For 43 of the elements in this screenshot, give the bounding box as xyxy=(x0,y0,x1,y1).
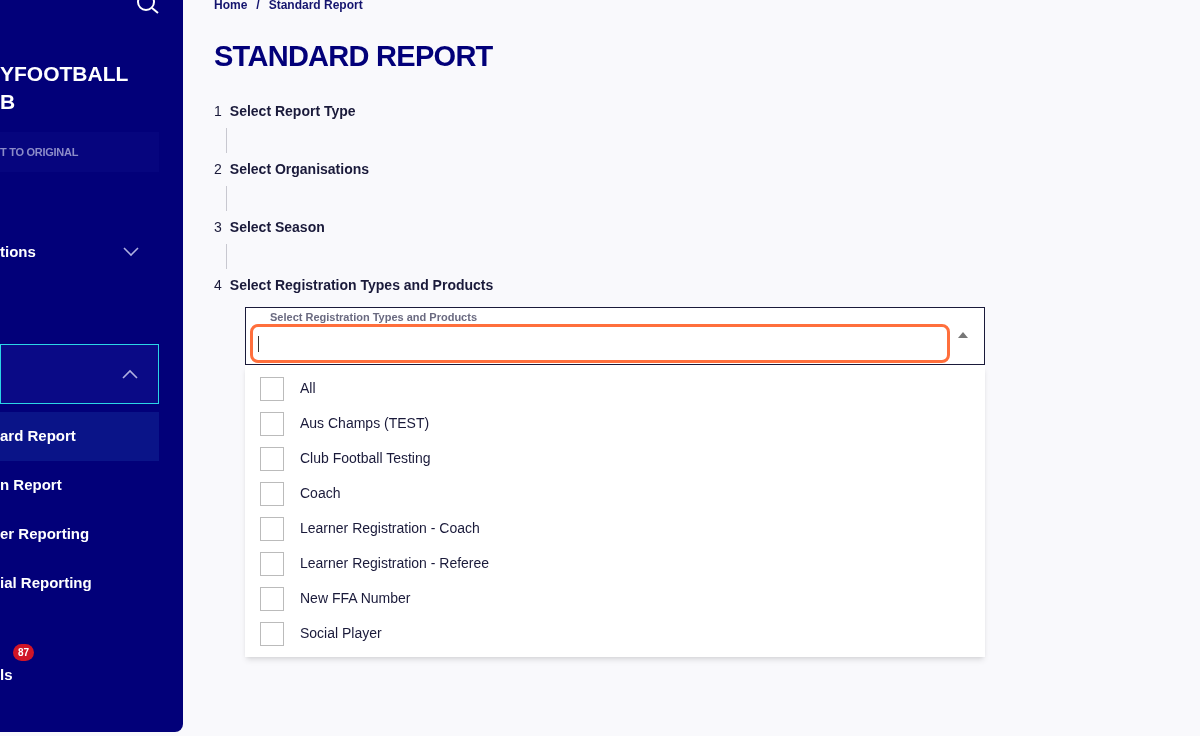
nav-subitem[interactable]: ard Report xyxy=(0,412,159,461)
step-number: 1 xyxy=(214,102,222,121)
checkbox[interactable] xyxy=(260,621,284,646)
checkbox[interactable] xyxy=(260,481,284,506)
dropdown-option[interactable]: Aus Champs (TEST) xyxy=(245,406,985,441)
checkbox[interactable] xyxy=(260,516,284,541)
step-number: 3 xyxy=(214,218,222,237)
caret-up-icon[interactable] xyxy=(958,332,968,338)
count-badge: 87 xyxy=(13,644,35,661)
nav-subitem[interactable]: ial Reporting xyxy=(0,559,159,608)
nav-subitem[interactable]: n Report xyxy=(0,461,159,510)
breadcrumb-link[interactable]: Standard Report xyxy=(268,0,363,11)
dropdown-option[interactable]: Club Football Testing xyxy=(245,441,985,476)
checkbox[interactable] xyxy=(260,551,284,576)
nav-item[interactable]: ls xyxy=(0,663,13,686)
breadcrumb-separator: / xyxy=(256,0,260,11)
dropdown-option[interactable]: New FFA Number xyxy=(245,581,985,616)
checkbox[interactable] xyxy=(260,586,284,611)
step-number: 2 xyxy=(214,160,222,179)
step-label: Select Report Type xyxy=(229,102,356,121)
club-name: B xyxy=(0,89,17,115)
dropdown-option[interactable]: Coach xyxy=(245,476,985,511)
field-label: Select Registration Types and Products xyxy=(270,311,477,323)
checkbox[interactable] xyxy=(260,411,284,436)
dropdown-option[interactable]: Social Player xyxy=(245,616,985,651)
step-number: 4 xyxy=(214,276,222,295)
step-label: Select Organisations xyxy=(229,160,370,179)
dropdown-option[interactable]: Learner Registration - Coach xyxy=(245,511,985,546)
dropdown-option[interactable]: Learner Registration - Referee xyxy=(245,546,985,581)
step-label: Select Season xyxy=(229,218,325,237)
nav-group[interactable] xyxy=(0,344,159,404)
search-icon[interactable] xyxy=(136,0,160,14)
nav-item[interactable]: tions xyxy=(0,232,159,272)
select-field[interactable]: Select Registration Types and Products xyxy=(245,307,985,365)
club-name: YFOOTBALL xyxy=(0,61,130,87)
breadcrumb-link[interactable]: Home xyxy=(214,0,248,11)
step-label: Select Registration Types and Products xyxy=(229,276,494,295)
page-title: STANDARD REPORT xyxy=(214,39,494,73)
checkbox[interactable] xyxy=(260,376,284,401)
nav-subitem[interactable]: er Reporting xyxy=(0,510,159,559)
checkbox[interactable] xyxy=(260,446,284,471)
reset-button[interactable]: T TO ORIGINAL xyxy=(0,132,159,172)
dropdown-option[interactable]: All xyxy=(245,371,985,406)
